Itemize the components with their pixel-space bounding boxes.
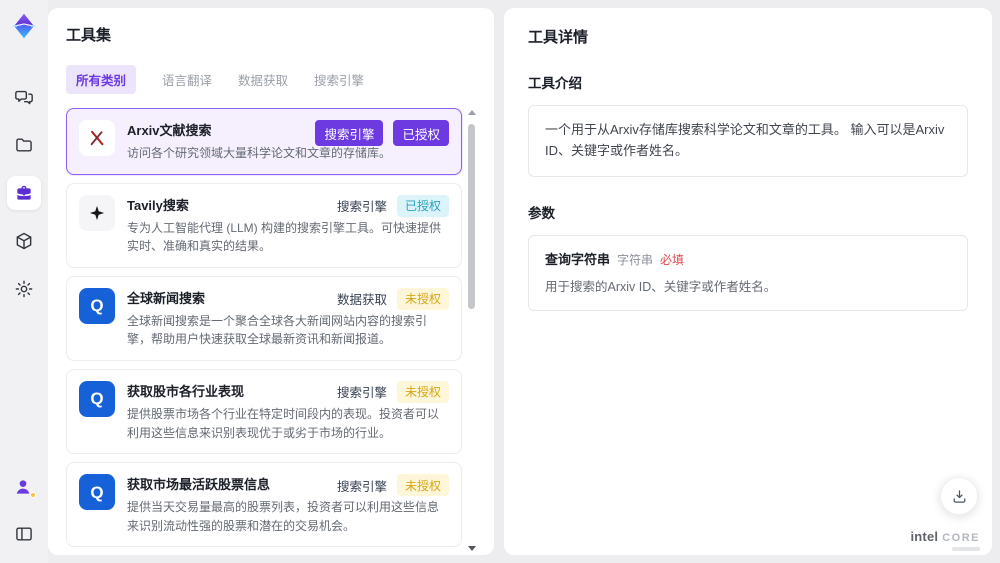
tool-card-tags: 搜索引擎 未授权 bbox=[336, 380, 449, 403]
parameter-type: 字符串 bbox=[617, 252, 654, 267]
category-tabs: 所有类别 语言翻译 数据获取 搜索引擎 bbox=[66, 65, 476, 94]
intel-wordmark: intel bbox=[910, 529, 939, 544]
icon-rail bbox=[0, 0, 48, 563]
tool-card-category: 搜索引擎 bbox=[315, 120, 384, 146]
tab-搜索引擎[interactable]: 搜索引擎 bbox=[314, 70, 364, 89]
intro-heading: 工具介绍 bbox=[528, 76, 582, 91]
download-button[interactable] bbox=[940, 477, 978, 515]
tool-card-tags: 搜索引擎 已授权 bbox=[336, 194, 449, 217]
sidebar-item-packages[interactable] bbox=[7, 224, 41, 258]
tool-card-category: 搜索引擎 bbox=[336, 386, 387, 401]
tool-card-desc: 提供当天交易量最高的股票列表，投资者可以利用这些信息来识别流动性强的股票和潜在的… bbox=[127, 500, 440, 533]
arxiv-logo-icon bbox=[90, 130, 104, 146]
avatar bbox=[13, 477, 36, 499]
sidebar-item-settings[interactable] bbox=[7, 272, 41, 306]
tool-card-category: 搜索引擎 bbox=[336, 200, 387, 215]
news-logo-icon: Q bbox=[90, 389, 104, 409]
tool-card[interactable]: Q 全球新闻搜索 全球新闻搜索是一个聚合全球各大新闻网站内容的搜索引擎，帮助用户… bbox=[66, 275, 462, 361]
tool-card-desc: 专为人工智能代理 (LLM) 构建的搜索引擎工具。可快速提供实时、准确和真实的结… bbox=[127, 220, 442, 254]
tool-card-status-badge: 已授权 bbox=[393, 120, 449, 146]
brand-subtext bbox=[952, 547, 980, 551]
chat-icon bbox=[15, 90, 33, 105]
tool-card-tags: 搜索引擎 未授权 bbox=[336, 474, 449, 497]
tool-card[interactable]: Q Tavily搜索 专为人工智能代理 (LLM) 构建的搜索引擎工具。可快速提… bbox=[66, 182, 462, 268]
sidebar-item-profile[interactable] bbox=[7, 471, 41, 505]
tool-card[interactable]: Q 获取股市各行业表现 提供股票市场各个行业在特定时间段内的表现。投资者可以利用… bbox=[66, 368, 462, 455]
tool-card-desc: 访问各个研究领域大量科学论文和文章的存储库。 bbox=[127, 146, 392, 160]
details-panel: 工具详情 工具介绍 一个用于从Arxiv存储库搜索科学论文和文章的工具。 输入可… bbox=[504, 8, 992, 555]
parameter-name: 查询字符串 bbox=[545, 251, 611, 267]
tab-所有类别[interactable]: 所有类别 bbox=[66, 65, 137, 94]
sidebar-item-collapse[interactable] bbox=[7, 517, 41, 551]
tool-card-status-badge: 未授权 bbox=[396, 287, 449, 310]
sidebar-item-files[interactable] bbox=[7, 128, 41, 162]
scrollbar-thumb[interactable] bbox=[468, 124, 475, 309]
main-area: 工具集 所有类别语言翻译数据获取搜索引擎 Q Arxiv文献搜索 访问各个研究领… bbox=[48, 8, 992, 555]
scroll-up-icon[interactable] bbox=[468, 110, 476, 115]
parameter-card: 查询字符串 字符串 必填 用于搜索的Arxiv ID、关键字或作者姓名。 bbox=[528, 234, 968, 311]
tool-card-status-badge: 未授权 bbox=[396, 380, 449, 403]
tool-card[interactable]: Q 获取市场最活跃股票信息 提供当天交易量最高的股票列表，投资者可以利用这些信息… bbox=[66, 462, 462, 548]
list-scrollbar[interactable] bbox=[466, 110, 476, 551]
scroll-down-icon[interactable] bbox=[468, 546, 476, 551]
tool-logo: Q bbox=[79, 287, 115, 324]
intro-text-box: 一个用于从Arxiv存储库搜索科学论文和文章的工具。 输入可以是Arxiv ID… bbox=[528, 105, 968, 177]
download-icon bbox=[953, 489, 965, 503]
panel-icon bbox=[16, 527, 32, 541]
tool-card-status-badge: 已授权 bbox=[396, 194, 449, 217]
tool-card-status-badge: 未授权 bbox=[396, 474, 449, 497]
tool-card-tags: 数据获取 未授权 bbox=[336, 287, 449, 310]
tool-logo: Q bbox=[79, 194, 115, 231]
intel-core-logo: intel CORE bbox=[910, 529, 980, 551]
tools-panel: 工具集 所有类别语言翻译数据获取搜索引擎 Q Arxiv文献搜索 访问各个研究领… bbox=[48, 8, 494, 555]
sidebar-item-chat[interactable] bbox=[7, 80, 41, 114]
folder-icon bbox=[16, 138, 32, 152]
tool-logo: Q bbox=[79, 474, 115, 511]
params-list: 查询字符串 字符串 必填 用于搜索的Arxiv ID、关键字或作者姓名。 bbox=[528, 234, 968, 311]
tool-card-tags: 搜索引擎 已授权 bbox=[315, 120, 449, 146]
tool-logo: Q bbox=[79, 380, 115, 417]
sidebar-item-tools[interactable] bbox=[7, 176, 41, 210]
app-logo[interactable] bbox=[8, 10, 40, 42]
tool-logo: Q bbox=[79, 120, 115, 156]
tab-数据获取[interactable]: 数据获取 bbox=[238, 70, 288, 89]
news-logo-icon: Q bbox=[90, 296, 104, 316]
details-title: 工具详情 bbox=[528, 29, 589, 46]
news-logo-icon: Q bbox=[90, 482, 104, 502]
gear-icon bbox=[15, 280, 33, 298]
tool-card-desc: 提供股票市场各个行业在特定时间段内的表现。投资者可以利用这些信息来识别表现优于或… bbox=[127, 406, 440, 440]
tool-card-category: 搜索引擎 bbox=[336, 479, 387, 494]
tavily-logo-icon bbox=[89, 205, 105, 220]
core-wordmark: CORE bbox=[942, 532, 980, 544]
briefcase-icon bbox=[17, 185, 31, 200]
parameter-required-badge: 必填 bbox=[660, 252, 685, 267]
page-title: 工具集 bbox=[66, 27, 112, 44]
tool-card-category: 数据获取 bbox=[336, 293, 387, 308]
tool-card-desc: 全球新闻搜索是一个聚合全球各大新闻网站内容的搜索引擎，帮助用户快速获取全球最新资… bbox=[127, 313, 428, 347]
cube-icon bbox=[16, 232, 32, 250]
tool-card[interactable]: Q Arxiv文献搜索 访问各个研究领域大量科学论文和文章的存储库。 搜索引擎 … bbox=[66, 108, 462, 175]
diamond-logo-icon bbox=[12, 13, 36, 39]
tab-语言翻译[interactable]: 语言翻译 bbox=[162, 70, 212, 89]
tool-card-list: Q Arxiv文献搜索 访问各个研究领域大量科学论文和文章的存储库。 搜索引擎 … bbox=[66, 108, 476, 555]
params-heading: 参数 bbox=[528, 205, 555, 221]
parameter-desc: 用于搜索的Arxiv ID、关键字或作者姓名。 bbox=[545, 279, 777, 294]
status-dot bbox=[30, 492, 36, 498]
